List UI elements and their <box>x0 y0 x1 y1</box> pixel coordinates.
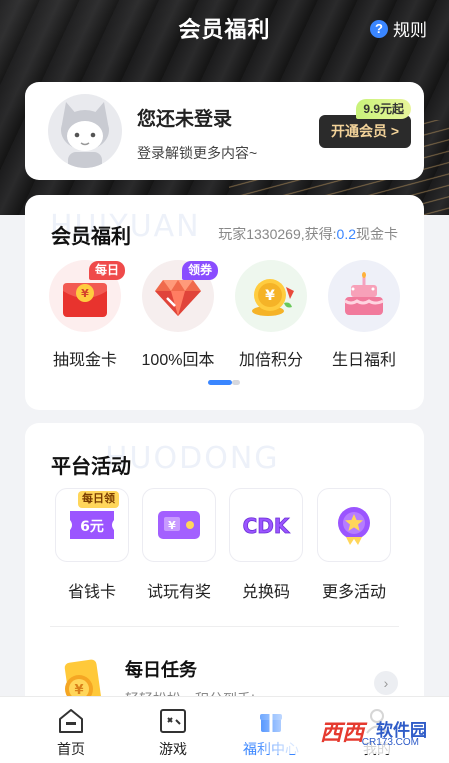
activity-label: 更多活动 <box>321 584 386 601</box>
page-indicator-active <box>208 380 232 385</box>
game-icon <box>158 706 188 736</box>
benefit-label: 100%回本 <box>141 352 215 369</box>
platform-card: HUODONG 平台活动 6元 每日领 省钱卡 ¥ 试玩有奖 CDK 兑换码 更… <box>25 423 424 723</box>
game-card-icon: ¥ <box>142 488 216 562</box>
stat-suffix: 现金卡 <box>356 226 398 242</box>
benefits-card: HUIYUAN 会员福利 玩家1330269,获得:0.2现金卡 ¥ 每日 抽现… <box>25 195 424 410</box>
activity-redeem-code[interactable]: CDK 兑换码 <box>221 488 311 602</box>
svg-text:¥: ¥ <box>168 519 176 532</box>
login-card[interactable]: 您还未登录 登录解锁更多内容~ 开通会员 > 9.9元起 <box>25 82 424 180</box>
vip-price-tag: 9.9元起 <box>356 99 411 119</box>
tab-label: 首页 <box>57 741 85 757</box>
watermark-domain: CR173.COM <box>361 737 419 748</box>
home-icon <box>56 706 86 736</box>
activity-trial-reward[interactable]: ¥ 试玩有奖 <box>134 488 224 602</box>
cdk-text: CDK <box>243 514 291 538</box>
benefit-item-payback[interactable]: 领券 100%回本 <box>136 260 220 370</box>
benefits-title: 会员福利 <box>51 226 131 248</box>
chevron-right-icon[interactable]: › <box>374 671 398 695</box>
platform-watermark: HUODONG <box>105 441 280 476</box>
page-indicator-inactive <box>232 380 240 385</box>
benefit-item-double-points[interactable]: ¥ 加倍积分 <box>229 260 313 370</box>
watermark-brand: 西西 <box>319 721 364 746</box>
question-icon: ? <box>370 19 388 38</box>
benefit-label: 抽现金卡 <box>52 352 117 369</box>
badge-coupon: 领券 <box>181 261 218 280</box>
birthday-cake-icon <box>328 260 400 332</box>
star-medal-icon <box>317 488 391 562</box>
activity-label: 兑换码 <box>241 584 290 601</box>
activity-label: 省钱卡 <box>67 584 116 601</box>
ticket-icon: 6元 每日领 <box>55 488 129 562</box>
benefit-item-cash-card[interactable]: ¥ 每日 抽现金卡 <box>43 260 127 370</box>
activity-label: 试玩有奖 <box>146 584 211 601</box>
stat-value: 0.2 <box>336 226 356 242</box>
activity-savings-card[interactable]: 6元 每日领 省钱卡 <box>47 488 137 602</box>
ticket-value: 6元 <box>80 519 104 535</box>
divider <box>50 626 399 627</box>
platform-title: 平台活动 <box>51 456 131 478</box>
badge-daily: 每日 <box>88 261 125 280</box>
benefit-label: 生日福利 <box>331 352 396 369</box>
activity-more[interactable]: 更多活动 <box>309 488 399 602</box>
benefits-stat: 玩家1330269,获得:0.2现金卡 <box>218 224 398 244</box>
stat-prefix: 玩家1330269,获得: <box>218 226 337 242</box>
cdk-icon: CDK <box>229 488 303 562</box>
tab-games[interactable]: 游戏 <box>128 697 218 763</box>
badge-daily-claim: 每日领 <box>78 491 119 508</box>
avatar[interactable] <box>48 94 122 168</box>
benefit-item-birthday[interactable]: 生日福利 <box>322 260 406 370</box>
benefit-label: 加倍积分 <box>238 352 303 369</box>
svg-text:¥: ¥ <box>265 288 275 304</box>
tab-label: 游戏 <box>159 741 187 757</box>
login-subtitle: 登录解锁更多内容~ <box>137 145 258 161</box>
gold-coin-icon: ¥ <box>235 260 307 332</box>
open-vip-button[interactable]: 开通会员 > <box>319 115 411 148</box>
cat-avatar-icon <box>61 102 109 168</box>
rules-button[interactable]: ? 规则 <box>370 16 427 41</box>
daily-task-title[interactable]: 每日任务 <box>125 656 197 682</box>
rules-label: 规则 <box>393 21 427 40</box>
svg-text:¥: ¥ <box>81 287 89 300</box>
login-title[interactable]: 您还未登录 <box>137 104 232 131</box>
page-indicator <box>208 380 240 385</box>
tab-home[interactable]: 首页 <box>26 697 116 763</box>
